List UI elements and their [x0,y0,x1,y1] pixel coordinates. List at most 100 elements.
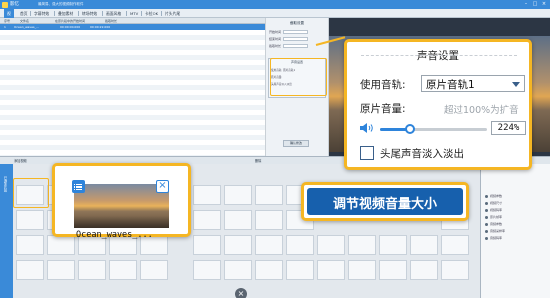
confirm-button[interactable]: 确认修改 [283,140,309,147]
prop-item: 音频采样率 [485,229,505,233]
menu-separator [78,11,79,16]
property-panel: 视频参数 视频尺寸 视频码率 原片帧率 音频参数 音频采样率 音频码率 [480,164,550,298]
timeline-slot[interactable] [140,260,168,280]
row-index: 1 [4,25,6,29]
timeline-slot[interactable] [193,185,221,205]
field-duration-label: 截取时长 [269,44,282,48]
prop-item: 原片帧率 [485,215,502,219]
fade-checkbox[interactable] [360,146,374,160]
clip-filename: Ocean_waves_... [76,230,153,240]
menu-item-karaoke[interactable]: 卡拉OK [145,11,158,17]
timeline-slot[interactable] [286,235,314,255]
add-clip-button[interactable]: 添加视频 [14,158,27,163]
menu-item-mtv[interactable]: MTV [130,11,138,16]
row-filename: Ocean_waves_... [14,25,39,29]
close-window-icon[interactable]: × [541,1,547,7]
list-icon[interactable] [72,180,85,193]
timeline-slot[interactable] [379,235,407,255]
timeline-slot[interactable] [193,260,221,280]
timeline-slot[interactable] [410,235,438,255]
timeline-slot[interactable] [224,185,252,205]
prop-item: 音频参数 [485,222,502,226]
prop-item: 音频码率 [485,236,502,240]
delete-button[interactable]: 删除 [255,158,261,163]
clip-list-empty-rows [0,30,265,156]
window-controls: – □ × [523,1,547,7]
menu-item-active[interactable]: 视 [4,9,14,18]
timeline-slot[interactable] [16,260,44,280]
clip-thumbnail[interactable] [74,184,169,228]
prop-item: 视频尺寸 [485,201,502,205]
title-divider [361,55,517,56]
clip-thumbnail-highlight [13,178,49,208]
timeline-slot[interactable] [193,210,221,230]
timeline-slot[interactable] [286,260,314,280]
timeline-slot[interactable] [348,260,376,280]
audio-track-value: 原片音轨1 [426,79,475,91]
timeline-slot[interactable] [16,235,44,255]
menu-item-overlay[interactable]: 叠加素材 [58,11,73,17]
audio-track-select[interactable]: 原片音轨1 [421,75,525,92]
volume-label: 原片音量: [360,103,406,115]
caption-callout: 调节视频音量大小 [301,182,469,221]
app-name: 影忆 [10,2,19,7]
timeline-slot[interactable] [255,260,283,280]
row-duration: 00:00:22.000 [90,25,111,29]
dropdown-arrow-icon [512,82,520,87]
audio-track-label: 使用音轨: [360,79,406,91]
volume-slider[interactable] [380,124,487,134]
menu-item-subtitles[interactable]: 字幕特效 [34,11,49,17]
col-duration: 截取时长 [105,19,118,23]
app-subtitle: 最简易、强大的视频制作软件 [38,1,84,6]
timeline-slot[interactable] [78,260,106,280]
timeline-slot[interactable] [441,260,469,280]
timeline-slot[interactable] [255,235,283,255]
menu-item-intro-outro[interactable]: 片头片尾 [165,11,180,17]
col-filename: 文件名 [20,19,30,23]
timeline-slot[interactable] [348,235,376,255]
menu-separator [30,11,31,16]
row-start: 00:00:00.000 [60,25,81,29]
field-end[interactable]: 结束时间 [269,37,325,42]
field-start-label: 开始时间 [269,30,282,34]
timeline-slot[interactable] [224,260,252,280]
close-circle-icon[interactable]: × [235,288,247,298]
caption-text: 调节视频音量大小 [332,197,437,212]
timeline-slot[interactable] [317,235,345,255]
timeline-slot[interactable] [47,260,75,280]
field-start[interactable]: 开始时间 [269,30,325,35]
caption-banner: 调节视频音量大小 [307,188,463,215]
col-start: 在原片段中的开始时间 [55,19,86,23]
menu-separator [141,11,142,16]
volume-percent-input[interactable]: 224% [491,121,526,135]
menu-item-styles[interactable]: 画面风格 [106,11,121,17]
timeline-side-label: 已添加片段 [3,176,7,192]
timeline-slot[interactable] [193,235,221,255]
menu-separator [54,11,55,16]
title-bar: 影忆 最简易、强大的视频制作软件 – □ × [0,0,550,9]
menu-item-transitions[interactable]: 转场特效 [82,11,97,17]
timeline-slot[interactable] [441,235,469,255]
timeline-slot[interactable] [255,185,283,205]
timeline-slot[interactable] [255,210,283,230]
timeline-slot[interactable] [224,210,252,230]
timeline-slot[interactable] [410,260,438,280]
field-end-label: 结束时间 [269,37,282,41]
timeline-slot[interactable] [16,210,44,230]
minimize-icon[interactable]: – [523,1,529,7]
trim-settings-title: 截取设置 [290,21,304,25]
timeline-slot[interactable] [109,260,137,280]
maximize-icon[interactable]: □ [532,1,538,7]
timeline-slot[interactable] [47,235,75,255]
speaker-icon [360,123,373,133]
app-logo-icon [2,1,8,8]
amplify-hint: 超过100%为扩音 [444,105,519,116]
timeline-slot[interactable] [317,260,345,280]
volume-slider-handle[interactable] [404,124,415,134]
close-icon[interactable]: × [156,180,169,193]
prop-item: 视频码率 [485,208,502,212]
timeline-slot[interactable] [224,235,252,255]
menu-item-home[interactable]: 首页 [20,11,28,17]
timeline-slot[interactable] [379,260,407,280]
timeline-side-tab: 已添加片段 [0,164,13,298]
